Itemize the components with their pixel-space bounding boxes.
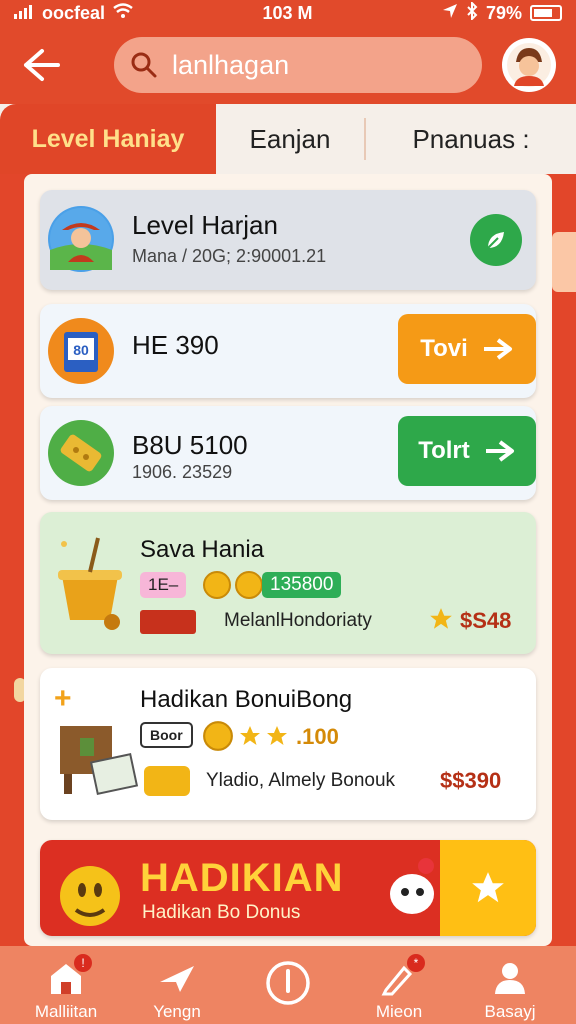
notification-badge: ! <box>74 954 92 972</box>
offer-value: .100 <box>296 724 339 749</box>
decoration <box>552 232 576 292</box>
bottom-nav: ! Malliitan Yengn * Mieon Basayj <box>0 946 576 1024</box>
offer-title: Hadikan BonuiBong <box>140 686 353 713</box>
carrier-text: oocfeal <box>42 2 106 23</box>
treasure-pot-icon <box>50 532 130 632</box>
leaf-check-icon <box>487 232 504 249</box>
favorite-button[interactable] <box>440 840 536 936</box>
item-action-button[interactable]: Tovi <box>398 314 536 384</box>
svg-text:80: 80 <box>73 342 89 358</box>
nav-item-center[interactable] <box>240 946 336 1024</box>
battery-icon <box>530 5 562 21</box>
avatar[interactable] <box>502 38 556 92</box>
star-icon <box>472 872 504 903</box>
offer-chip: 1E– <box>140 572 187 598</box>
plus-icon: + <box>54 682 72 715</box>
status-bar: oocfeal 103 M 79% <box>0 0 576 26</box>
tab-eanjan[interactable]: Eanjan <box>216 118 366 160</box>
gold-bars-icon <box>144 766 190 796</box>
nav-item-mieon[interactable]: * Mieon <box>351 946 447 1024</box>
ticket-icon <box>48 420 114 486</box>
coin-icon <box>202 570 232 605</box>
offer-chip: Boor <box>140 722 193 748</box>
ticket-icon <box>140 610 196 634</box>
cat-mascot-icon <box>380 854 440 924</box>
nav-item-malliitan[interactable]: ! Malliitan <box>18 946 114 1024</box>
search-box[interactable] <box>114 37 550 93</box>
nav-item-yengn[interactable]: Yengn <box>129 946 225 1024</box>
search-input[interactable] <box>172 49 526 81</box>
item-card-2[interactable]: B8U 5100 1906. 23529 Tolrt <box>40 406 536 500</box>
plane-icon <box>157 958 197 998</box>
signal-icon <box>14 3 34 24</box>
banner-title: HADIKIAN <box>140 856 344 900</box>
chest-icon <box>54 716 144 806</box>
offer-price: $$390 <box>440 768 502 793</box>
item-title: HE 390 <box>132 330 219 360</box>
bonus-banner[interactable]: HADIKIAN Hadikan Bo Donus <box>40 840 536 936</box>
button-label: Tolrt <box>418 437 470 464</box>
offer-price: $S48 <box>460 608 512 633</box>
star-icon <box>238 722 292 755</box>
back-button[interactable] <box>16 39 68 91</box>
level-title: Level Harjan <box>132 210 278 240</box>
item-action-button[interactable]: Tolrt <box>398 416 536 486</box>
wifi-icon <box>113 2 133 24</box>
level-subtitle: Mana / 20G; 2:90001.21 <box>132 246 327 266</box>
offer-title: Sava Hania <box>140 536 265 563</box>
status-time: 103 M <box>262 2 313 23</box>
nav-item-basayj[interactable]: Basayj <box>462 946 558 1024</box>
offer-value: 135800 <box>262 572 342 598</box>
user-icon <box>490 958 530 998</box>
star-icon <box>428 606 454 637</box>
search-icon <box>130 49 158 81</box>
coin-icon <box>202 720 234 757</box>
arrow-right-icon <box>485 440 514 462</box>
nav-label: Malliitan <box>34 1002 98 1021</box>
main-panel: Level Harjan Mana / 20G; 2:90001.21 80 H… <box>24 174 552 946</box>
tab-bar: Level Haniay Eanjan Pnanuas : <box>0 104 576 174</box>
offer-card-2[interactable]: + Hadikan BonuiBong Boor .100 Yladio, Al… <box>40 668 536 820</box>
item-subtitle: 1906. 23529 <box>132 462 233 482</box>
notification-badge: * <box>407 954 425 972</box>
battery-percent: 79% <box>485 2 522 23</box>
offer-description: MelanlHondoriaty <box>224 610 372 631</box>
nav-label: Yengn <box>153 1002 201 1021</box>
bluetooth-icon <box>466 0 478 25</box>
app-header <box>0 26 576 104</box>
button-label: Tovi <box>420 335 468 362</box>
mascot-icon <box>50 854 130 934</box>
item-title: B8U 5100 <box>132 430 248 460</box>
offer-card-1[interactable]: Sava Hania 1E– 135800 MelanlHondoriaty $… <box>40 512 536 654</box>
power-icon <box>263 958 313 1008</box>
back-arrow-icon <box>24 49 60 81</box>
nav-label: Basayj <box>484 1002 536 1021</box>
offer-description: Yladio, Almely Bonouk <box>206 770 396 791</box>
status-right: 79% <box>442 0 562 25</box>
confirm-button[interactable] <box>470 214 522 266</box>
tab-pnanuas[interactable]: Pnanuas : <box>366 104 576 174</box>
status-left: oocfeal <box>14 3 133 24</box>
box-icon: 80 <box>48 318 114 384</box>
item-card-1[interactable]: 80 HE 390 Tovi <box>40 304 536 398</box>
nav-label: Mieon <box>375 1002 423 1021</box>
tab-level-haniay[interactable]: Level Haniay <box>0 104 216 174</box>
arrow-right-icon <box>483 338 512 360</box>
banner-subtitle: Hadikan Bo Donus <box>142 902 301 923</box>
location-icon <box>442 3 458 24</box>
coin-icon <box>234 570 264 605</box>
level-card[interactable]: Level Harjan Mana / 20G; 2:90001.21 <box>40 190 536 290</box>
player-avatar-icon <box>48 206 114 272</box>
